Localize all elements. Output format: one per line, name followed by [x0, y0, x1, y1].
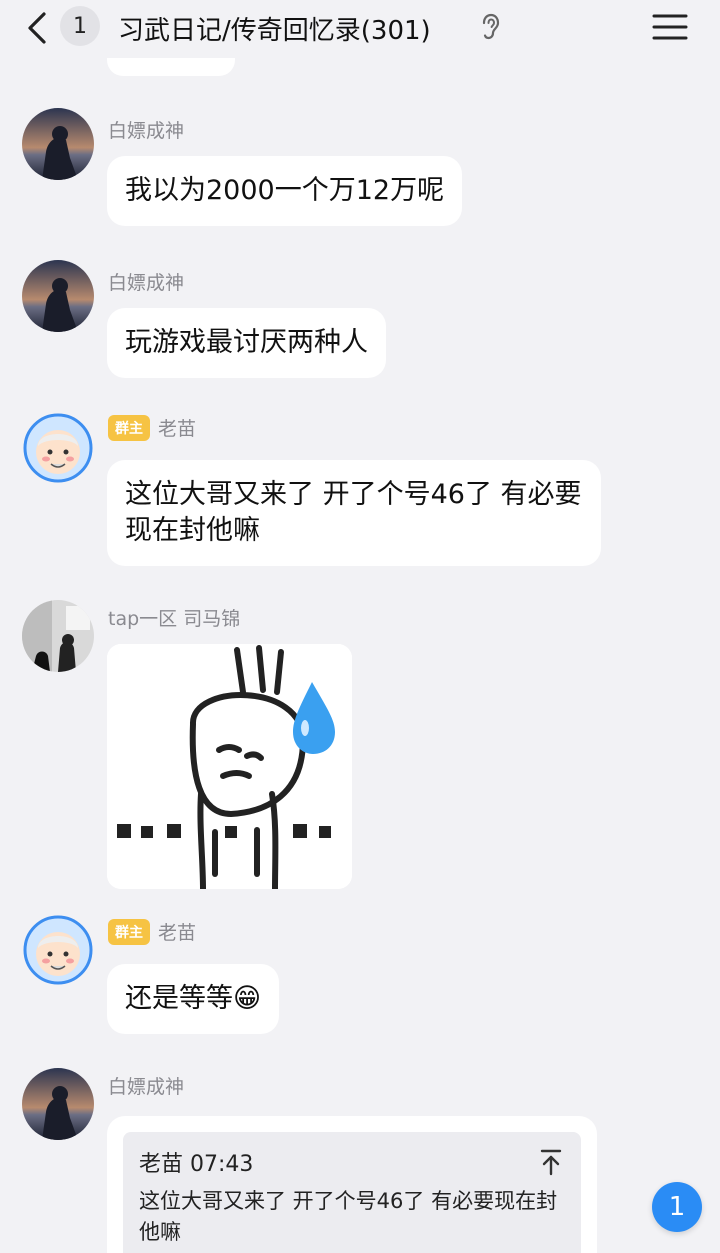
- sender-name-text: 老苗: [158, 922, 197, 944]
- message-bubble[interactable]: 还是等等😁: [107, 964, 280, 1034]
- avatar[interactable]: [22, 1068, 94, 1140]
- avatar[interactable]: [22, 412, 94, 484]
- group-title[interactable]: 习武日记/传奇回忆录(301): [118, 10, 431, 47]
- sender-name: 群主 老苗: [108, 918, 196, 945]
- sender-name: 群主 老苗: [108, 414, 196, 441]
- sender-name: 白嫖成神: [108, 1072, 184, 1099]
- quote-reply-bubble[interactable]: 老苗 07:43 这位大哥又来了 开了个号46了 有必要现在封他嘛: [107, 1116, 597, 1253]
- avatar[interactable]: [22, 914, 94, 986]
- menu-icon[interactable]: [652, 12, 688, 42]
- message-bubble[interactable]: 玩游戏最讨厌两种人: [107, 308, 386, 378]
- avatar[interactable]: [22, 600, 94, 672]
- message-bubble[interactable]: 我以为2000一个万12万呢: [107, 156, 463, 226]
- quote-header: 老苗 07:43: [139, 1152, 254, 1177]
- quote-text: 这位大哥又来了 开了个号46了 有必要现在封他嘛: [139, 1189, 558, 1244]
- sender-name-text: tap一区 司马锦: [108, 608, 241, 630]
- sender-name: tap一区 司马锦: [108, 604, 240, 631]
- ear-icon[interactable]: [478, 12, 504, 42]
- owner-badge: 群主: [108, 918, 150, 945]
- sender-name-text: 白嫖成神: [108, 1076, 185, 1098]
- quoted-message[interactable]: 老苗 07:43 这位大哥又来了 开了个号46了 有必要现在封他嘛: [123, 1132, 581, 1253]
- sender-name-text: 白嫖成神: [108, 272, 185, 294]
- sender-name: 白嫖成神: [108, 268, 184, 295]
- sender-name-text: 老苗: [158, 418, 197, 440]
- back-arrow-icon[interactable]: [20, 8, 56, 48]
- sender-name: 白嫖成神: [108, 116, 184, 143]
- sticker-image[interactable]: [107, 644, 352, 889]
- new-message-indicator[interactable]: 1: [652, 1182, 702, 1232]
- sender-name-text: 白嫖成神: [108, 120, 185, 142]
- unread-count-badge[interactable]: 1: [60, 6, 100, 46]
- top-bar: 1 习武日记/传奇回忆录(301): [0, 0, 720, 58]
- avatar[interactable]: [22, 260, 94, 332]
- jump-to-original-icon[interactable]: [539, 1148, 563, 1176]
- message-bubble[interactable]: 这位大哥又来了 开了个号46了 有必要现在封他嘛: [107, 460, 601, 566]
- avatar[interactable]: [22, 108, 94, 180]
- owner-badge: 群主: [108, 414, 150, 441]
